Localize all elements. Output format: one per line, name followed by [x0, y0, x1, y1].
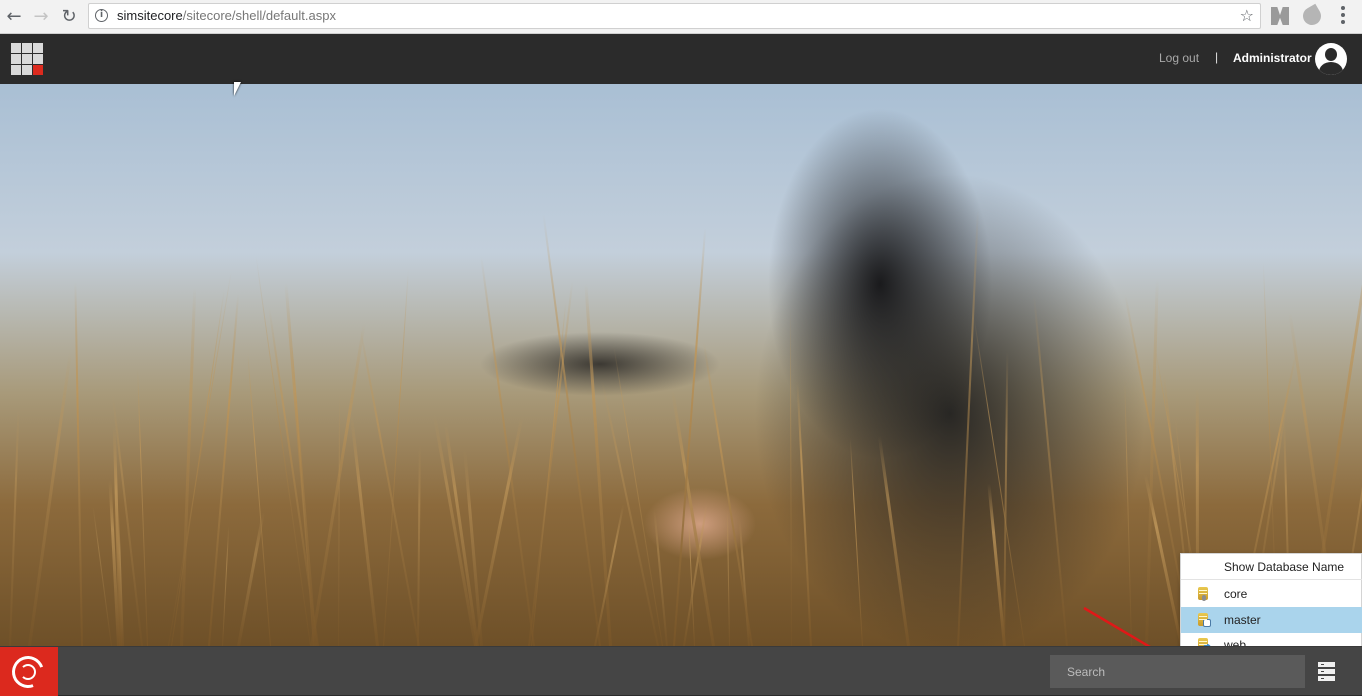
database-item-core[interactable]: core	[1181, 581, 1362, 607]
database-menu: Show Database Name core master web	[1180, 553, 1362, 657]
annotation-arrow	[1083, 606, 1151, 646]
grass-blade	[726, 509, 730, 646]
grass-blade	[417, 445, 421, 646]
grass-blade	[877, 435, 910, 646]
grass-blade	[180, 288, 197, 646]
grass-blade	[474, 416, 524, 646]
reload-icon[interactable]: ↻	[58, 5, 80, 27]
grass-blade	[528, 281, 574, 646]
grass-blade	[584, 283, 612, 646]
url-text[interactable]: simsitecore/sitecore/shell/default.aspx	[117, 8, 336, 23]
grass-blade	[222, 526, 230, 646]
database-selector-icon[interactable]	[1318, 662, 1335, 682]
url-path: /sitecore/shell/default.aspx	[182, 8, 336, 23]
launchpad-grid-icon[interactable]	[11, 43, 43, 75]
grass-blade	[359, 328, 420, 646]
header-separator: |	[1215, 50, 1219, 64]
grass-blade	[653, 509, 668, 646]
grass-blade	[613, 344, 663, 646]
vertical-dots-menu-icon[interactable]	[1341, 6, 1345, 26]
grass-blade	[349, 414, 379, 646]
grass-blade	[444, 423, 479, 646]
grass-blade	[796, 381, 812, 646]
grass-blade	[789, 308, 792, 646]
grass-blade	[255, 255, 311, 646]
grass-blade	[383, 269, 409, 646]
back-arrow-icon[interactable]: ←	[3, 5, 25, 27]
grass-blade	[1032, 294, 1068, 646]
forward-arrow-icon[interactable]: →	[30, 5, 52, 27]
url-host: simsitecore	[117, 8, 183, 23]
extension-icon[interactable]	[1299, 3, 1325, 29]
grass-blade	[208, 294, 240, 646]
browser-toolbar: ← → ↻ i simsitecore/sitecore/shell/defau…	[0, 0, 1362, 34]
grass-blade	[137, 369, 148, 646]
grass-blade	[338, 394, 341, 646]
user-avatar-icon[interactable]	[1315, 43, 1347, 75]
grass-blade	[284, 283, 317, 646]
search-input[interactable]	[1050, 655, 1305, 688]
mouse-cursor-icon	[234, 82, 241, 96]
grass-blade	[92, 505, 112, 646]
star-icon[interactable]: ☆	[1240, 6, 1254, 25]
grass-blade	[171, 289, 225, 646]
grass-blade	[542, 214, 601, 646]
sitecore-start-button[interactable]	[0, 647, 58, 696]
database-item-label: master	[1224, 613, 1261, 627]
core-database-icon	[1198, 587, 1208, 601]
grass-blade	[247, 352, 271, 646]
user-name[interactable]: Administrator	[1233, 51, 1312, 65]
master-database-icon	[1198, 613, 1211, 627]
grass-blade	[849, 438, 863, 646]
grass-blade	[168, 270, 232, 646]
grass-blade	[74, 282, 83, 646]
grass-blade	[957, 209, 979, 646]
extension-icon[interactable]	[1271, 7, 1289, 25]
taskbar	[0, 646, 1362, 696]
desktop-wallpaper	[0, 84, 1362, 646]
grass-blade	[601, 380, 659, 646]
sitecore-logo-inner	[20, 664, 36, 680]
show-database-name-option[interactable]: Show Database Name	[1181, 554, 1362, 580]
sitecore-header: Log out | Administrator	[0, 34, 1362, 84]
grass-blade	[1003, 352, 1009, 646]
database-item-master[interactable]: master	[1181, 607, 1362, 633]
grass-blade	[9, 408, 20, 646]
database-item-label: core	[1224, 587, 1248, 601]
info-icon[interactable]: i	[95, 9, 108, 22]
show-database-name-label: Show Database Name	[1224, 560, 1345, 574]
logout-link[interactable]: Log out	[1159, 51, 1199, 65]
address-bar[interactable]: i simsitecore/sitecore/shell/default.asp…	[88, 3, 1261, 29]
grass-blade	[28, 351, 72, 646]
